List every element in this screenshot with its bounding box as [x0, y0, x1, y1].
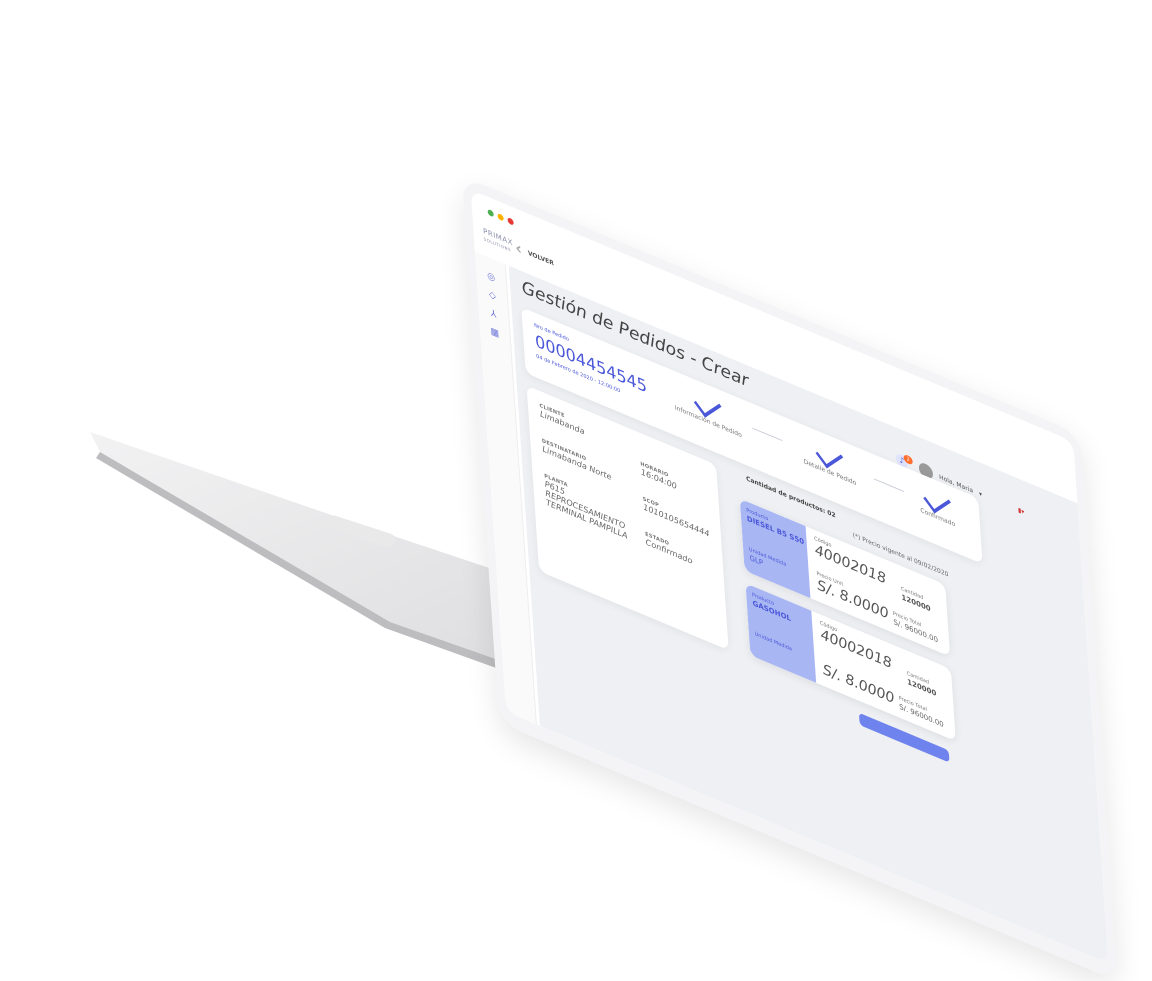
green-dot[interactable] — [487, 208, 494, 218]
yellow-dot[interactable] — [497, 212, 504, 222]
product-left-panel: Producto GASOHOL Unidad Medida — [745, 583, 817, 683]
chevron-left-icon: ‹ — [514, 237, 523, 260]
app-screen: PRIMAX SOLUTIONS ‹ VOLVER ◎ ◇ ⅄ ▦ Gestió… — [470, 189, 1109, 964]
brand-logo: PRIMAX SOLUTIONS — [483, 227, 514, 256]
red-dot[interactable] — [507, 217, 514, 226]
back-label: VOLVER — [527, 249, 555, 268]
sidebar-grid-icon[interactable]: ▦ — [490, 326, 501, 340]
main-content: Gestión de Pedidos - Crear ♪ 2 Hola, Mar… — [508, 265, 1109, 964]
laptop-lid: PRIMAX SOLUTIONS ‹ VOLVER ◎ ◇ ⅄ ▦ Gestió… — [462, 176, 1118, 981]
producto-value: DIESEL B5 S50 — [746, 514, 805, 547]
flag-icon[interactable]: ▮▾ — [1018, 506, 1025, 516]
unidad-label: Unidad Medida — [754, 631, 793, 653]
sidebar-orders-icon[interactable]: ◇ — [487, 289, 498, 303]
back-button[interactable]: ‹ VOLVER — [514, 237, 555, 268]
product-left-panel: Producto DIESEL B5 S50 Unidad Medida GLP — [739, 498, 811, 599]
sidebar-network-icon[interactable]: ⅄ — [488, 307, 499, 321]
sidebar-home-icon[interactable]: ◎ — [486, 270, 497, 285]
window-controls — [487, 208, 514, 226]
step-separator — [752, 427, 783, 442]
step-detail[interactable]: Detalle de Pedido — [783, 429, 875, 495]
planta-value: P615 REPROCESAMIENTO TERMINAL PAMPILLA — [544, 479, 628, 541]
caret-down-icon[interactable]: ▾ — [979, 490, 982, 498]
